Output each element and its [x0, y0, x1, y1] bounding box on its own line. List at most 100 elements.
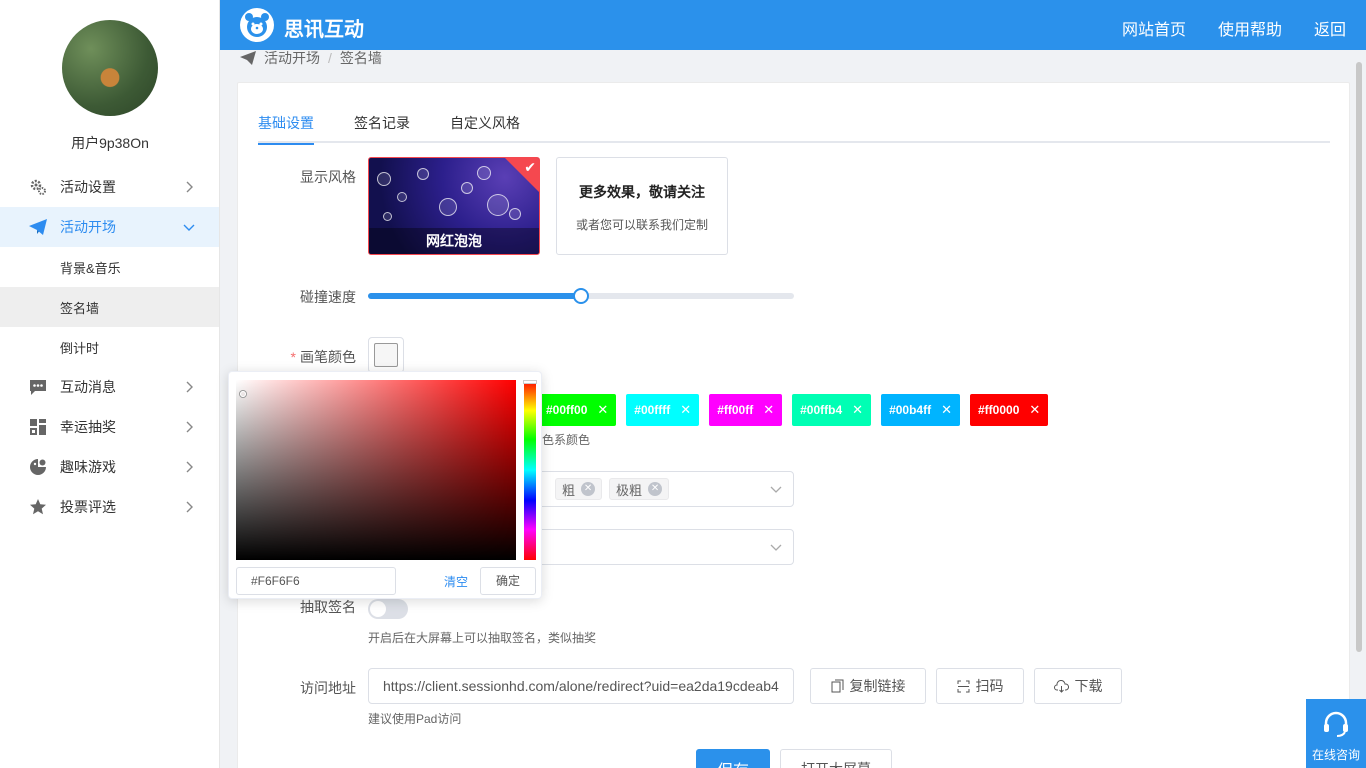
breadcrumb-item[interactable]: 活动开场: [264, 48, 320, 68]
color-tag[interactable]: #ff00ff ✕: [709, 394, 783, 426]
tab-custom-style[interactable]: 自定义风格: [450, 113, 520, 143]
color-tag[interactable]: #ff0000 ✕: [970, 394, 1049, 426]
headset-icon: [1324, 711, 1348, 737]
close-icon[interactable]: ✕: [852, 394, 863, 426]
scan-icon: [957, 680, 969, 692]
color-tag[interactable]: #00b4ff ✕: [881, 394, 960, 426]
chevron-right-icon: [186, 461, 193, 473]
pen-color-label: * 画笔颜色: [238, 347, 356, 367]
hue-slider-handle[interactable]: [523, 380, 537, 384]
sidebar-item-activity-settings[interactable]: 活动设置: [0, 167, 219, 207]
nav-help-link[interactable]: 使用帮助: [1218, 16, 1282, 40]
access-url-help: 建议使用Pad访问: [368, 712, 462, 726]
nav-back-link[interactable]: 返回: [1314, 16, 1346, 40]
color-picker-popup: #F6F6F6 清空 确定: [228, 371, 542, 599]
close-icon[interactable]: ✕: [763, 394, 774, 426]
hex-input[interactable]: #F6F6F6: [236, 567, 396, 595]
breadcrumb: 活动开场 / 签名墙: [240, 48, 382, 68]
bubble-decoration: [509, 208, 521, 220]
close-icon[interactable]: ✕: [597, 394, 608, 426]
chevron-right-icon: [186, 381, 193, 393]
color-tag-label: #00ffff: [634, 403, 671, 417]
sidebar-subitem-countdown[interactable]: 倒计时: [0, 327, 219, 367]
open-big-screen-button[interactable]: 打开大屏幕: [780, 749, 892, 768]
color-tag[interactable]: #00ffb4 ✕: [792, 394, 872, 426]
breadcrumb-item-current: 签名墙: [339, 50, 382, 66]
sidebar-subitem-signature-wall[interactable]: 签名墙: [0, 287, 219, 327]
close-icon[interactable]: ✕: [680, 394, 691, 426]
chip-label: 粗: [562, 482, 576, 498]
breadcrumb-separator: /: [328, 50, 332, 66]
access-url-label: 访问地址: [300, 680, 356, 696]
sidebar-menu: 活动设置 活动开场 背景&音乐 签名墙 倒计时 互动消息 幸运抽奖 趣味游戏 投…: [0, 167, 219, 527]
pen-color-swatch: [374, 343, 398, 367]
nav-home-link[interactable]: 网站首页: [1122, 16, 1186, 40]
confirm-button[interactable]: 确定: [480, 567, 536, 595]
sidebar-item-fun-games[interactable]: 趣味游戏: [0, 447, 219, 487]
brand-logo-icon[interactable]: [240, 8, 274, 42]
color-hint: 色系颜色: [542, 433, 591, 447]
sidebar-item-interactive-messages[interactable]: 互动消息: [0, 367, 219, 407]
color-tag[interactable]: #00ffff ✕: [626, 394, 700, 426]
page-scrollbar[interactable]: [1356, 62, 1362, 652]
style-option-selected[interactable]: ✔ 网红泡泡: [368, 157, 540, 255]
color-tag[interactable]: #00ff00 ✕: [538, 394, 617, 426]
color-tag-label: #00ffb4: [800, 403, 843, 417]
sidebar-item-activity-opening[interactable]: 活动开场: [0, 207, 219, 247]
close-icon[interactable]: ✕: [1029, 394, 1040, 426]
clear-button[interactable]: 清空: [444, 573, 468, 590]
gear-icon: [28, 177, 48, 197]
pen-color-trigger[interactable]: [368, 337, 404, 373]
bubble-decoration: [383, 212, 392, 221]
speed-label: 碰撞速度: [300, 289, 356, 305]
draw-signature-help: 开启后在大屏幕上可以抽取签名，类似抽奖: [368, 631, 597, 645]
save-button[interactable]: 保存: [696, 749, 770, 768]
sidebar-item-voting[interactable]: 投票评选: [0, 487, 219, 527]
more-styles-card: 更多效果，敬请关注 或者您可以联系我们定制: [556, 157, 728, 255]
username: 用户9p38On: [71, 135, 149, 151]
draw-signature-label: 抽取签名: [300, 599, 356, 615]
thickness-chip: 粗 ✕: [555, 478, 603, 500]
game-icon: [28, 457, 48, 477]
color-cursor[interactable]: [240, 391, 246, 397]
paper-plane-icon: [28, 217, 48, 237]
speed-slider[interactable]: [368, 288, 794, 304]
bubble-decoration: [417, 168, 429, 180]
chevron-right-icon: [186, 181, 193, 193]
sidebar-item-label: 互动消息: [60, 379, 116, 395]
scan-button[interactable]: 扫码: [936, 668, 1024, 704]
copy-link-button[interactable]: 复制链接: [810, 668, 926, 704]
top-nav: 网站首页 使用帮助 返回: [1122, 16, 1346, 40]
sidebar-item-label: 趣味游戏: [60, 459, 116, 475]
tab-signature-records[interactable]: 签名记录: [354, 113, 410, 143]
bubble-decoration: [377, 172, 391, 186]
chevron-right-icon: [186, 421, 193, 433]
sidebar-item-label: 活动开场: [60, 219, 116, 235]
online-consult-label: 在线咨询: [1311, 748, 1360, 762]
draw-signature-switch[interactable]: [368, 599, 408, 619]
download-button[interactable]: 下载: [1034, 668, 1122, 704]
speed-slider-handle[interactable]: [573, 288, 589, 304]
access-url-input[interactable]: https://client.sessionhd.com/alone/redir…: [368, 668, 794, 704]
online-consult-button[interactable]: 在线咨询: [1306, 699, 1366, 768]
check-icon: ✔: [524, 159, 536, 175]
chip-label: 极粗: [616, 482, 643, 498]
avatar[interactable]: [62, 20, 158, 116]
lottery-icon: [28, 417, 48, 437]
more-styles-subtitle: 或者您可以联系我们定制: [575, 218, 708, 232]
sidebar-item-lucky-draw[interactable]: 幸运抽奖: [0, 407, 219, 447]
display-style-label: 显示风格: [300, 169, 356, 185]
color-tag-label: #00ff00: [546, 403, 588, 417]
color-tag-list: #00ff00 ✕ #00ffff ✕ #ff00ff ✕ #00ffb4 ✕ #00b…: [538, 394, 1049, 426]
sidebar-subitem-background-music[interactable]: 背景&音乐: [0, 247, 219, 287]
remove-icon[interactable]: ✕: [581, 482, 596, 496]
close-icon[interactable]: ✕: [941, 394, 952, 426]
tab-basic-settings[interactable]: 基础设置: [258, 113, 314, 145]
hue-slider[interactable]: [523, 380, 537, 560]
bubble-decoration: [397, 192, 407, 202]
color-tag-label: #ff00ff: [717, 403, 754, 417]
remove-icon[interactable]: ✕: [648, 482, 663, 496]
scan-label: 扫码: [975, 678, 1004, 694]
saturation-value-panel[interactable]: [236, 380, 516, 560]
download-label: 下载: [1074, 678, 1103, 694]
